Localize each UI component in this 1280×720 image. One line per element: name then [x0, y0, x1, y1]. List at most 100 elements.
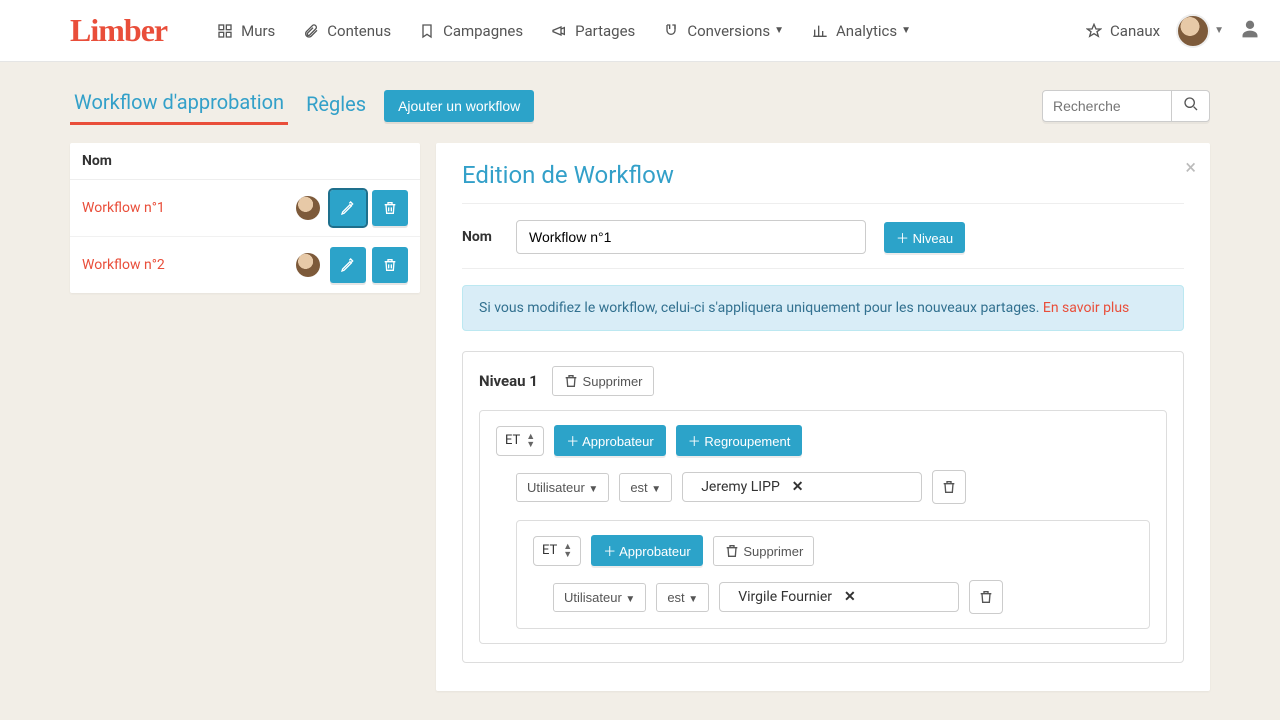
- delete-button[interactable]: [372, 247, 408, 283]
- add-approver-button[interactable]: ＋ Approbateur: [591, 535, 702, 566]
- delete-rule-button[interactable]: [969, 580, 1003, 614]
- rule-line: Utilisateur ▼ est ▼ Virgile Fournier: [553, 580, 1133, 614]
- bar-chart-icon: [812, 23, 828, 39]
- remove-token-icon[interactable]: ✕: [788, 479, 808, 495]
- trash-icon: [382, 200, 398, 216]
- search-icon: [1183, 96, 1199, 112]
- edit-panel: × Edition de Workflow Nom ＋ Niveau Si vo…: [436, 143, 1210, 691]
- nav-partages[interactable]: Partages: [551, 22, 635, 40]
- level-box: Niveau 1 Supprimer ET ▲▼ ＋ A: [462, 351, 1184, 663]
- nav-analytics[interactable]: Analytics ▼: [812, 22, 911, 40]
- nav-canaux[interactable]: Canaux: [1086, 22, 1160, 40]
- nav-label: Analytics: [836, 22, 897, 40]
- search-button[interactable]: [1172, 90, 1210, 122]
- grid-icon: [217, 23, 233, 39]
- level-header: Niveau 1 Supprimer: [479, 366, 1167, 396]
- avatar: [296, 253, 320, 277]
- page: Workflow d'approbation Règles Ajouter un…: [0, 62, 1280, 691]
- button-label: Approbateur: [619, 544, 691, 559]
- close-icon[interactable]: ×: [1185, 155, 1196, 179]
- list-header: Nom: [70, 143, 420, 180]
- bookmark-icon: [419, 23, 435, 39]
- info-link[interactable]: En savoir plus: [1043, 300, 1129, 316]
- top-nav: Limber Murs Contenus Campagnes Partages …: [0, 0, 1280, 62]
- panel-title: Edition de Workflow: [462, 161, 1184, 189]
- button-label: Regroupement: [704, 434, 790, 449]
- remove-token-icon[interactable]: ✕: [840, 589, 860, 605]
- level-title: Niveau 1: [479, 372, 538, 390]
- megaphone-icon: [551, 23, 567, 39]
- trash-icon: [724, 543, 740, 559]
- brand-logo[interactable]: Limber: [70, 12, 167, 49]
- chevron-down-icon: ▼: [688, 594, 698, 605]
- operator-selector[interactable]: est ▼: [656, 583, 709, 612]
- edit-button[interactable]: [330, 190, 366, 226]
- nested-group: ET ▲▼ ＋ Approbateur Supprimer: [516, 520, 1150, 629]
- paperclip-icon: [303, 23, 319, 39]
- chevron-down-icon: ▼: [625, 594, 635, 605]
- nested-rule-box: ET ▲▼ ＋ Approbateur Supprimer: [516, 520, 1150, 629]
- pencil-icon: [340, 257, 356, 273]
- search-group: [1042, 90, 1210, 122]
- tab-regles[interactable]: Règles: [302, 88, 370, 124]
- workflow-name[interactable]: Workflow n°2: [82, 257, 296, 273]
- approver-token-input[interactable]: Virgile Fournier ✕: [719, 582, 959, 612]
- tab-workflow[interactable]: Workflow d'approbation: [70, 86, 288, 125]
- delete-rule-button[interactable]: [932, 470, 966, 504]
- logic-selector[interactable]: ET ▲▼: [496, 426, 544, 456]
- plus-icon: ＋: [688, 434, 701, 449]
- chevron-down-icon: ▼: [901, 25, 911, 36]
- plus-icon: ＋: [603, 544, 616, 559]
- name-row: Nom ＋ Niveau: [462, 220, 1184, 254]
- trash-icon: [978, 589, 994, 605]
- delete-level-button[interactable]: Supprimer: [552, 366, 654, 396]
- profile-icon[interactable]: [1240, 19, 1260, 43]
- workflow-name-input[interactable]: [516, 220, 866, 254]
- field-selector[interactable]: Utilisateur ▼: [516, 473, 609, 502]
- name-label: Nom: [462, 229, 498, 245]
- field-selector[interactable]: Utilisateur ▼: [553, 583, 646, 612]
- nav-label: Contenus: [327, 22, 391, 40]
- logic-value: ET: [505, 433, 520, 448]
- list-item: Workflow n°1: [70, 180, 420, 237]
- magnet-icon: [663, 23, 679, 39]
- add-approver-button[interactable]: ＋ Approbateur: [554, 425, 665, 456]
- info-text: Si vous modifiez le workflow, celui-ci s…: [479, 300, 1043, 316]
- divider: [462, 203, 1184, 204]
- trash-icon: [941, 479, 957, 495]
- delete-button[interactable]: [372, 190, 408, 226]
- add-group-button[interactable]: ＋ Regroupement: [676, 425, 803, 456]
- approver-name: Virgile Fournier: [738, 589, 832, 605]
- nav-label: Partages: [575, 22, 635, 40]
- nav-campagnes[interactable]: Campagnes: [419, 22, 523, 40]
- avatar: [1176, 14, 1210, 48]
- button-label: Supprimer: [743, 544, 803, 559]
- info-alert: Si vous modifiez le workflow, celui-ci s…: [462, 285, 1184, 331]
- nav-murs[interactable]: Murs: [217, 22, 275, 40]
- approver-token-input[interactable]: Jeremy LIPP ✕: [682, 472, 922, 502]
- sort-icon: ▲▼: [526, 433, 535, 449]
- user-menu[interactable]: ▼: [1176, 14, 1224, 48]
- operator-selector[interactable]: est ▼: [619, 473, 672, 502]
- operator-label: est: [667, 590, 684, 605]
- nav-conversions[interactable]: Conversions ▼: [663, 22, 784, 40]
- nav-label: Murs: [241, 22, 275, 40]
- search-input[interactable]: [1042, 90, 1172, 122]
- star-icon: [1086, 23, 1102, 39]
- pencil-icon: [340, 200, 356, 216]
- trash-icon: [382, 257, 398, 273]
- nav-links: Murs Contenus Campagnes Partages Convers…: [217, 22, 911, 40]
- logic-selector[interactable]: ET ▲▼: [533, 536, 581, 566]
- add-level-button[interactable]: ＋ Niveau: [884, 222, 965, 253]
- list-item: Workflow n°2: [70, 237, 420, 293]
- workflow-list: Nom Workflow n°1 Workflow n°2: [70, 143, 420, 293]
- delete-group-button[interactable]: Supprimer: [713, 536, 815, 566]
- plus-icon: ＋: [896, 231, 909, 246]
- field-label: Utilisateur: [527, 480, 585, 495]
- add-workflow-button[interactable]: Ajouter un workflow: [384, 90, 534, 122]
- tabs-row: Workflow d'approbation Règles Ajouter un…: [70, 86, 1210, 125]
- nav-contenus[interactable]: Contenus: [303, 22, 391, 40]
- edit-button[interactable]: [330, 247, 366, 283]
- chevron-down-icon: ▼: [588, 484, 598, 495]
- workflow-name[interactable]: Workflow n°1: [82, 200, 296, 216]
